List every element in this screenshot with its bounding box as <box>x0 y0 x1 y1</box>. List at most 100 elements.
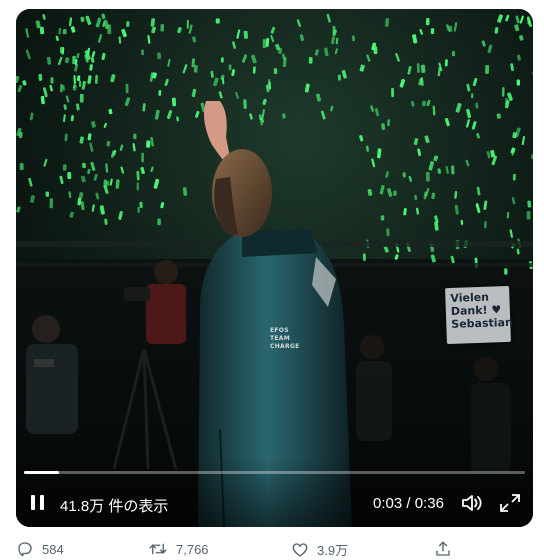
glowstick <box>45 191 50 197</box>
glowstick <box>386 228 390 237</box>
glowstick <box>267 79 271 89</box>
share-button[interactable] <box>434 540 452 558</box>
glowstick <box>332 25 336 35</box>
glowstick <box>516 79 520 86</box>
glowstick <box>425 18 430 26</box>
glowstick <box>416 63 420 73</box>
glowstick <box>141 49 144 56</box>
pause-icon <box>31 495 35 510</box>
glowstick <box>64 133 68 142</box>
progress-fill <box>24 471 60 474</box>
time-separator: / <box>402 495 415 512</box>
glowstick <box>527 200 532 208</box>
reply-count: 584 <box>42 541 64 557</box>
glowstick <box>67 171 72 180</box>
glowstick <box>80 16 85 23</box>
glowstick <box>273 68 278 74</box>
glowstick <box>137 206 140 213</box>
glowstick <box>105 180 110 187</box>
glowstick <box>94 74 98 84</box>
reply-button[interactable]: 584 <box>16 540 64 558</box>
view-count-label: 件の表示 <box>108 498 169 515</box>
video-player[interactable]: EFOS TEAM CHARGE Vielen Dank! ♥ Sebastia… <box>16 9 533 527</box>
like-count: 3.9万 <box>317 543 349 558</box>
jacket-text-line: TEAM <box>270 335 291 342</box>
heart-icon <box>292 542 308 557</box>
jacket-text-line: EFOS <box>270 327 289 334</box>
glowstick <box>62 164 67 171</box>
glowstick <box>421 100 427 107</box>
volume-button[interactable] <box>461 493 483 513</box>
glowstick <box>387 119 391 127</box>
glowstick <box>362 253 366 261</box>
glowstick <box>496 113 501 119</box>
video-frame[interactable] <box>16 9 533 527</box>
current-time: 0:03 <box>373 495 403 512</box>
glowstick <box>430 28 435 35</box>
glowstick <box>505 97 509 105</box>
progress-bar[interactable] <box>24 471 525 474</box>
jacket-sponsor-text: EFOS TEAM CHARGE <box>270 327 300 351</box>
glowstick <box>444 59 448 67</box>
glowstick <box>308 57 313 64</box>
glowstick <box>228 64 232 71</box>
glowstick <box>380 215 385 221</box>
glowstick <box>158 89 162 96</box>
glowstick <box>282 113 286 119</box>
glowstick <box>526 211 531 220</box>
tweet-actions: 584 7,766 3.9万 <box>0 536 544 560</box>
glowstick <box>141 152 145 163</box>
glowstick <box>125 83 129 94</box>
glowstick <box>252 66 256 74</box>
glowstick <box>39 26 45 35</box>
glowstick <box>79 80 82 87</box>
fan-sign: Vielen Dank! ♥ Sebastian <box>445 285 513 345</box>
like-button[interactable]: 3.9万 <box>291 540 348 559</box>
glowstick <box>157 218 161 226</box>
fullscreen-button[interactable] <box>499 493 521 513</box>
glowstick <box>337 74 342 81</box>
glowstick <box>79 93 84 103</box>
glowstick <box>278 47 283 54</box>
pause-icon <box>40 495 44 510</box>
controls-overlay <box>16 457 533 527</box>
glowstick <box>452 51 455 57</box>
glowstick <box>186 20 189 29</box>
view-count-number: 41.8万 <box>60 498 105 515</box>
glowstick <box>146 140 151 148</box>
retweet-icon <box>149 543 167 555</box>
glowstick <box>512 173 516 181</box>
glowstick <box>243 30 248 39</box>
glowstick <box>58 27 62 35</box>
glowstick <box>471 93 474 99</box>
pause-button[interactable] <box>28 492 48 514</box>
glowstick <box>425 171 430 182</box>
glowstick <box>191 58 196 68</box>
glowstick <box>391 87 395 98</box>
glowstick <box>220 57 224 63</box>
glowstick <box>171 97 177 107</box>
glowstick <box>49 198 54 209</box>
glowstick <box>50 77 54 84</box>
glowstick <box>126 21 130 27</box>
glowstick <box>215 18 220 24</box>
glowstick <box>504 268 508 275</box>
fullscreen-icon <box>500 494 520 512</box>
glowstick <box>60 84 63 93</box>
glowstick <box>262 38 267 49</box>
glowstick <box>243 99 247 109</box>
glowstick <box>136 182 140 191</box>
retweet-button[interactable]: 7,766 <box>148 540 209 558</box>
glowstick <box>160 24 165 32</box>
glowstick <box>402 172 406 178</box>
retweet-count: 7,766 <box>176 541 209 557</box>
glowstick <box>485 65 490 74</box>
glowstick <box>156 52 162 60</box>
glowstick <box>133 133 137 140</box>
glowstick <box>73 75 76 84</box>
time-display: 0:03 / 0:36 <box>373 495 444 512</box>
volume-icon <box>462 495 482 511</box>
duration: 0:36 <box>414 495 444 512</box>
glowstick <box>393 190 397 196</box>
glowstick <box>38 74 43 81</box>
